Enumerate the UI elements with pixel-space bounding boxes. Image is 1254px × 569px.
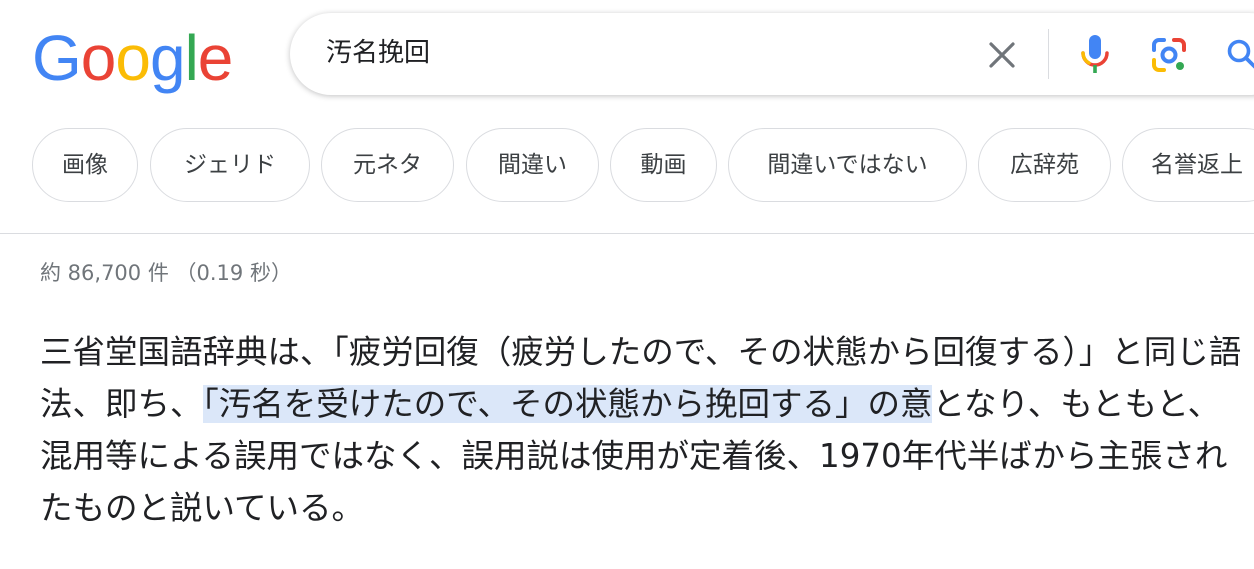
chip-jerid[interactable]: ジェリド [150, 128, 310, 202]
camera-lens-icon [1152, 38, 1186, 72]
chip-kojien[interactable]: 広辞苑 [978, 128, 1111, 202]
result-stats: 約 86,700 件 （0.19 秒） [40, 261, 292, 285]
featured-snippet: 三省堂国語辞典は、「疲労回復（疲労したので、その状態から回復する）」と同じ語法、… [40, 326, 1250, 534]
snippet-highlight: 「汚名を受けたので、その状態から挽回する」の意 [202, 385, 933, 423]
logo-letter: o [80, 22, 117, 94]
logo-letter: o [115, 22, 151, 94]
logo-letter: e [197, 22, 234, 94]
magnifier-icon [1227, 39, 1254, 69]
search-divider [1048, 29, 1049, 79]
mic-icon [1081, 35, 1109, 73]
header-divider [0, 233, 1254, 234]
chip-images[interactable]: 画像 [32, 128, 138, 202]
chip-meiyo-henjou[interactable]: 名誉返上 [1122, 128, 1254, 202]
chip-not-mistake[interactable]: 間違いではない [728, 128, 967, 202]
google-logo[interactable]: Google [32, 22, 234, 94]
chip-origin[interactable]: 元ネタ [321, 128, 454, 202]
logo-letter: l [184, 22, 199, 94]
image-search-button[interactable] [1146, 32, 1192, 78]
voice-search-button[interactable] [1072, 32, 1118, 78]
search-button[interactable] [1220, 32, 1254, 78]
logo-letter: G [32, 22, 82, 94]
search-box[interactable]: 汚名挽回 [290, 13, 1254, 95]
chip-mistake[interactable]: 間違い [466, 128, 599, 202]
clear-button[interactable] [982, 35, 1022, 75]
search-results-page: Google 汚名挽回 画像 ジェリド 元ネタ 間違い 動画 間違いではない 広… [0, 0, 1254, 569]
logo-letter: g [149, 22, 186, 94]
chip-videos[interactable]: 動画 [610, 128, 717, 202]
search-input[interactable]: 汚名挽回 [326, 35, 430, 71]
close-icon [989, 42, 1015, 68]
